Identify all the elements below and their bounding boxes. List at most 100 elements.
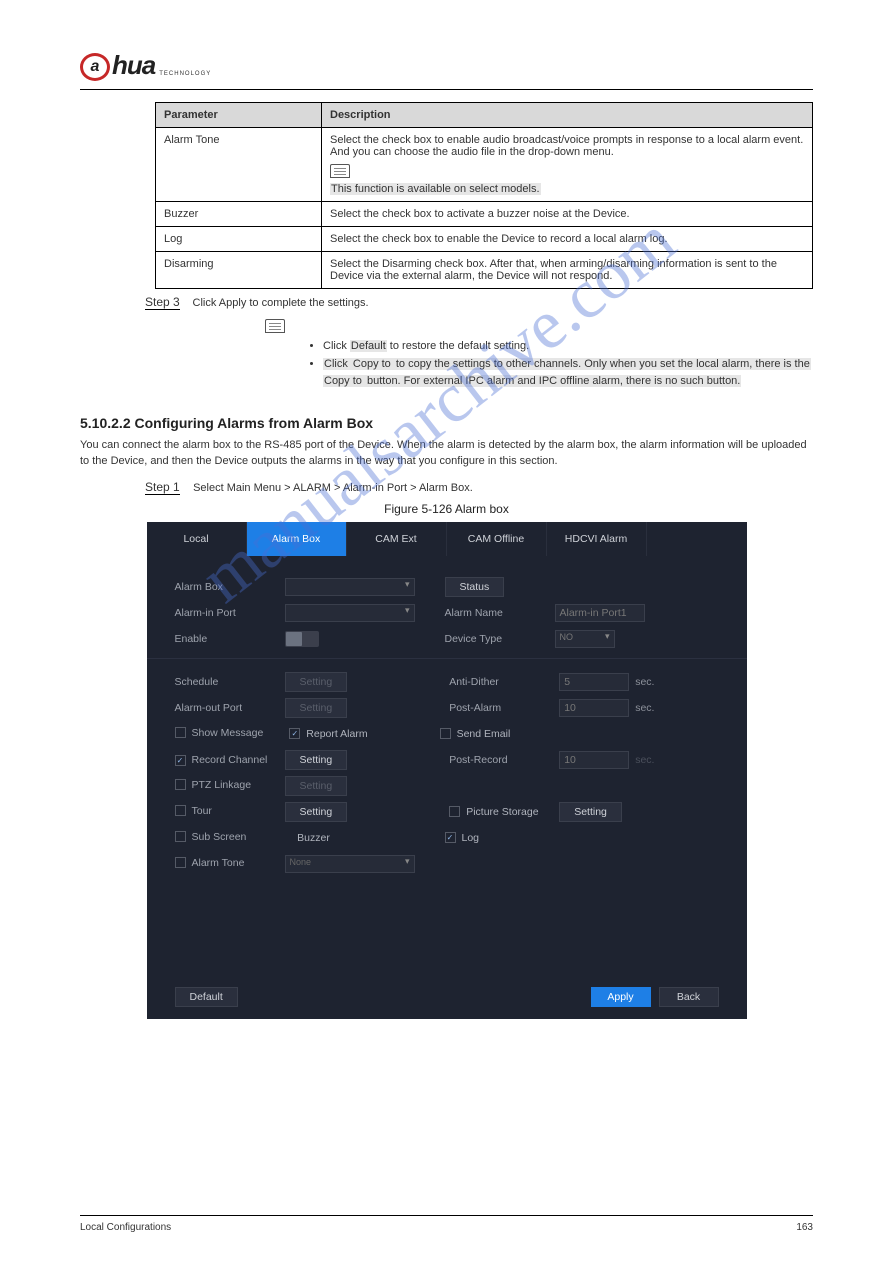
unit-sec: sec. <box>635 676 654 688</box>
alarm-tone-value: None <box>286 857 312 867</box>
label-report-alarm: Report Alarm <box>306 728 367 740</box>
label-sub-screen: Sub Screen <box>192 831 247 843</box>
desc-cell-buzzer: Select the check box to activate a buzze… <box>322 202 813 227</box>
tab-hdcvi-alarm[interactable]: HDCVI Alarm <box>547 522 647 556</box>
label-alarm-name: Alarm Name <box>445 607 555 619</box>
alarm-in-port-dropdown[interactable] <box>285 604 415 622</box>
section-heading: 5.10.2.2 Configuring Alarms from Alarm B… <box>80 415 813 431</box>
alarm-name-field[interactable]: Alarm-in Port1 <box>555 604 645 622</box>
ptz-setting-button[interactable]: Setting <box>285 776 348 796</box>
desc-line: Select the check box to enable audio bro… <box>330 134 804 158</box>
label-send-email: Send Email <box>457 728 511 740</box>
label-alarm-in-port: Alarm-in Port <box>175 607 285 619</box>
label-show-message: Show Message <box>192 727 264 739</box>
tab-bar: Local Alarm Box CAM Ext CAM Offline HDCV… <box>147 522 747 556</box>
tab-local[interactable]: Local <box>147 522 247 556</box>
desc-cell-alarm-tone: Select the check box to enable audio bro… <box>322 128 813 202</box>
param-cell-alarm-tone: Alarm Tone <box>156 128 322 202</box>
record-channel-setting-button[interactable]: Setting <box>285 750 348 770</box>
anti-dither-field[interactable]: 5 <box>559 673 629 691</box>
desc-line: Select the Disarming check box. After th… <box>330 258 804 282</box>
desc-cell-log: Select the check box to enable the Devic… <box>322 227 813 252</box>
post-alarm-field[interactable]: 10 <box>559 699 629 717</box>
step-1-text: Select Main Menu > ALARM > Alarm-in Port… <box>193 482 473 494</box>
tour-checkbox[interactable] <box>175 805 186 816</box>
apply-button[interactable]: Apply <box>591 987 651 1007</box>
table-header-parameter: Parameter <box>156 103 322 128</box>
step-3-text: Click Apply to complete the settings. <box>193 297 369 309</box>
tour-setting-button[interactable]: Setting <box>285 802 348 822</box>
ptz-linkage-checkbox[interactable] <box>175 779 186 790</box>
label-buzzer: Buzzer <box>285 832 343 844</box>
note-text: button. For external IPC alarm and IPC o… <box>363 375 741 387</box>
unit-sec: sec. <box>635 702 654 714</box>
picture-storage-setting-button[interactable]: Setting <box>559 802 622 822</box>
note-text: to copy the settings to other channels. … <box>392 358 811 370</box>
form-divider <box>147 658 747 659</box>
table-row: Buzzer Select the check box to activate … <box>156 202 813 227</box>
label-alarm-tone: Alarm Tone <box>192 857 245 869</box>
sub-screen-checkbox[interactable] <box>175 831 186 842</box>
default-button[interactable]: Default <box>175 987 238 1007</box>
step-3-text <box>183 297 189 309</box>
logo-subtext: TECHNOLOGY <box>159 71 211 77</box>
table-header-description: Description <box>322 103 813 128</box>
tab-cam-offline[interactable]: CAM Offline <box>447 522 547 556</box>
send-email-checkbox[interactable] <box>440 728 451 739</box>
record-channel-checkbox[interactable]: ✓ <box>175 755 186 766</box>
picture-storage-checkbox[interactable] <box>449 806 460 817</box>
section-number: 5.10.2.2 <box>80 415 131 431</box>
back-button[interactable]: Back <box>659 987 719 1007</box>
note-text: to restore the default setting. <box>387 340 529 352</box>
report-alarm-checkbox[interactable]: ✓ <box>289 728 300 739</box>
section-title: Configuring Alarms from Alarm Box <box>131 415 373 431</box>
label-log: Log <box>462 832 480 844</box>
note-highlight: Copy to <box>323 375 363 387</box>
table-row: Alarm Tone Select the check box to enabl… <box>156 128 813 202</box>
body-text: You can connect the alarm box to the RS-… <box>80 437 813 470</box>
desc-cell-disarming: Select the Disarming check box. After th… <box>322 252 813 289</box>
show-message-checkbox[interactable] <box>175 727 186 738</box>
desc-note-highlight: This function is available on select mod… <box>330 183 541 195</box>
enable-toggle[interactable] <box>285 631 319 647</box>
unit-sec: sec. <box>635 754 654 766</box>
note-text: Click <box>323 358 352 370</box>
tab-alarm-box[interactable]: Alarm Box <box>247 522 347 556</box>
label-schedule: Schedule <box>175 676 285 688</box>
label-post-alarm: Post-Alarm <box>449 702 559 714</box>
logo-mark-icon: a <box>80 53 110 81</box>
note-icon <box>265 319 285 333</box>
label-record-channel: Record Channel <box>192 754 268 766</box>
table-row: Log Select the check box to enable the D… <box>156 227 813 252</box>
label-post-record: Post-Record <box>449 754 559 766</box>
label-picture-storage: Picture Storage <box>466 806 538 818</box>
label-ptz-linkage: PTZ Linkage <box>192 779 252 791</box>
alarm-box-dropdown[interactable] <box>285 578 415 596</box>
note-text: Click <box>323 340 350 352</box>
footer-page-number: 163 <box>796 1222 813 1233</box>
note-list-item: Click Default to restore the default set… <box>323 338 813 356</box>
alarm-tone-checkbox[interactable] <box>175 857 186 868</box>
schedule-setting-button[interactable]: Setting <box>285 672 348 692</box>
figure-caption: Figure 5-126 Alarm box <box>80 502 813 516</box>
device-type-dropdown[interactable]: NO <box>555 630 615 648</box>
logo-text: hua <box>112 50 155 81</box>
alarm-box-panel: Local Alarm Box CAM Ext CAM Offline HDCV… <box>147 522 747 1019</box>
log-checkbox[interactable]: ✓ <box>445 832 456 843</box>
note-highlight: Copy to <box>352 358 392 370</box>
alarm-tone-dropdown[interactable]: None <box>285 855 415 873</box>
parameter-table: Parameter Description Alarm Tone Select … <box>155 102 813 289</box>
table-row: Disarming Select the Disarming check box… <box>156 252 813 289</box>
status-button[interactable]: Status <box>445 577 505 597</box>
param-cell-disarming: Disarming <box>156 252 322 289</box>
label-anti-dither: Anti-Dither <box>449 676 559 688</box>
label-device-type: Device Type <box>445 633 555 645</box>
param-cell-log: Log <box>156 227 322 252</box>
step-1-label: Step 1 <box>145 480 180 495</box>
label-enable: Enable <box>175 633 285 645</box>
header-divider <box>80 89 813 90</box>
param-cell-buzzer: Buzzer <box>156 202 322 227</box>
alarm-out-setting-button[interactable]: Setting <box>285 698 348 718</box>
tab-cam-ext[interactable]: CAM Ext <box>347 522 447 556</box>
post-record-field[interactable]: 10 <box>559 751 629 769</box>
